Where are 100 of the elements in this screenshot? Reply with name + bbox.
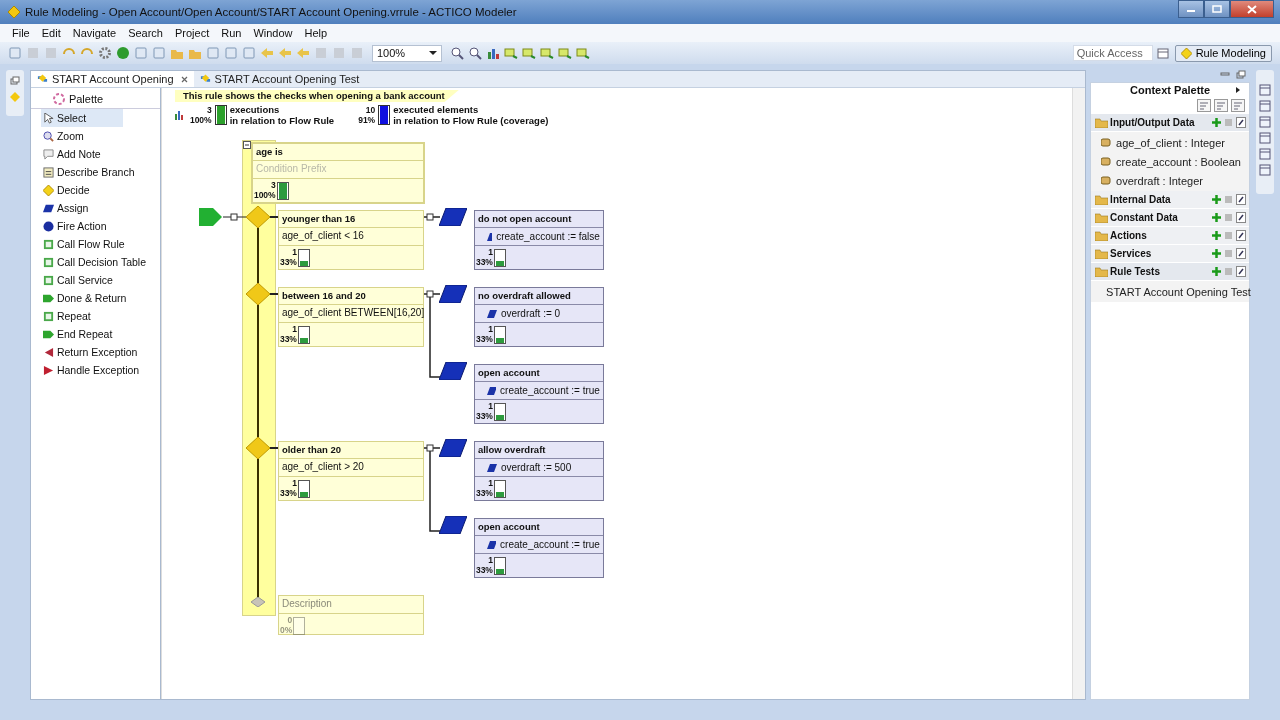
sort-icon[interactable] [1214,99,1229,112]
decision-diamond[interactable] [245,437,270,459]
restore-icon[interactable] [1236,70,1247,80]
menu-item[interactable]: Search [122,27,169,39]
palette-item[interactable]: Fire Action [40,217,123,235]
view-icon[interactable] [1259,84,1272,96]
sort-icon[interactable] [1197,99,1212,112]
node-icon[interactable] [522,46,536,60]
palette-item[interactable]: Add Note [40,145,123,163]
view-icon[interactable] [1259,116,1272,128]
menu-item[interactable]: File [6,27,36,39]
scrollbar[interactable] [1072,88,1086,699]
junction-icon[interactable] [426,444,434,452]
node-icon[interactable] [504,46,518,60]
add-icon[interactable] [1212,249,1222,258]
palette-entry[interactable]: START Account Opening Test [1091,282,1250,301]
palette-item[interactable]: Done & Return [40,289,130,307]
toolbar-icon[interactable] [224,46,238,60]
menu-item[interactable]: Window [247,27,299,39]
palette-entry[interactable]: age_of_client : Integer [1091,133,1250,152]
node-icon[interactable] [540,46,554,60]
run-icon[interactable] [116,46,130,60]
assign-shape[interactable] [438,362,467,380]
sort-icon[interactable] [1231,99,1246,112]
view-icon[interactable] [1259,100,1272,112]
palette-item[interactable]: End Repeat [40,325,123,343]
assign-shape[interactable] [438,285,467,303]
junction-icon[interactable] [426,290,434,298]
pin-icon[interactable] [1236,266,1247,277]
zoom-dropdown[interactable]: 100% [372,44,442,62]
palette-item[interactable]: Call Flow Rule [40,235,128,253]
palette-item[interactable]: Handle Exception [40,361,143,379]
minimize-icon[interactable] [1220,70,1231,78]
delete-icon[interactable] [1225,196,1233,203]
toolbar-icon[interactable] [134,46,148,60]
chart-icon[interactable] [486,46,500,60]
add-icon[interactable] [1212,118,1222,127]
pin-icon[interactable] [1236,194,1247,205]
zoom-in-icon[interactable] [450,46,464,60]
junction-icon[interactable] [230,213,238,221]
editor-tab[interactable]: START Account Opening Test [193,71,366,87]
palette-section[interactable]: Actions [1091,227,1250,245]
action-node[interactable]: open account create_account := true 1 33% [473,518,604,578]
delete-icon[interactable] [1225,214,1233,221]
action-node[interactable]: no overdraft allowed overdraft := 0 1 33% [473,287,604,347]
minimize-button[interactable] [1178,0,1204,18]
restore-icon[interactable] [9,76,20,86]
branch-node[interactable]: between 16 and 20 age_of_client BETWEEN[16,20] 1 33% [277,287,424,347]
perspective-button[interactable]: Rule Modeling [1174,44,1272,62]
palette-item[interactable]: Call Service [40,271,123,289]
junction-icon[interactable] [426,213,434,221]
delete-icon[interactable] [1225,232,1233,239]
maximize-button[interactable] [1204,0,1230,18]
add-icon[interactable] [1212,231,1222,240]
view-icon[interactable] [1259,132,1272,144]
description-node[interactable]: Description 0 0% [277,595,424,635]
decision-diamond[interactable] [245,206,270,228]
pin-icon[interactable] [1236,117,1247,128]
toolbar-icon[interactable] [242,46,256,60]
menu-item[interactable]: Run [215,27,248,39]
palette-item[interactable]: Repeat [40,307,123,325]
palette-section[interactable]: Internal Data [1091,191,1250,209]
palette-item[interactable]: Return Exception [40,343,141,361]
palette-section[interactable]: Rule Tests [1091,263,1250,281]
condition-node[interactable]: age is Condition Prefix 3 100% [250,142,425,204]
add-icon[interactable] [1212,195,1222,204]
assign-shape[interactable] [438,516,467,534]
palette-section[interactable]: Services [1091,245,1250,263]
palette-item[interactable]: Select [40,109,123,127]
palette-item[interactable]: Zoom [40,127,123,145]
menu-item[interactable]: Navigate [66,27,123,39]
palette-item[interactable]: Decide [40,181,123,199]
collapse-icon[interactable] [242,141,251,149]
action-node[interactable]: open account create_account := true 1 33% [473,364,604,424]
add-icon[interactable] [1212,213,1222,222]
description-field[interactable]: Description [278,596,423,614]
branch-node[interactable]: older than 20 age_of_client > 20 1 33% [277,441,424,501]
toolbar-icon[interactable] [152,46,166,60]
zoom-out-icon[interactable] [468,46,482,60]
palette-item[interactable]: Assign [40,199,123,217]
delete-icon[interactable] [1225,250,1233,257]
add-icon[interactable] [1212,267,1222,276]
palette-section[interactable]: Input/Output Data [1091,114,1250,132]
pin-icon[interactable] [1236,248,1247,259]
node-icon[interactable] [558,46,572,60]
quick-access-field[interactable]: Quick Access [1072,45,1153,61]
close-button[interactable] [1230,0,1274,18]
palette-entry[interactable]: overdraft : Integer [1091,171,1250,190]
assign-shape[interactable] [438,208,467,226]
palette-item[interactable]: Describe Branch [40,163,138,181]
action-node[interactable]: allow overdraft overdraft := 500 1 33% [473,441,604,501]
assign-shape[interactable] [438,439,467,457]
pin-icon[interactable] [1236,212,1247,223]
palette-section[interactable]: Constant Data [1091,209,1250,227]
editor-tab[interactable]: START Account Opening [30,71,194,87]
view-icon[interactable] [1259,164,1272,176]
open-perspective-icon[interactable] [1156,46,1171,60]
action-node[interactable]: do not open account create_account := false 1 33% [473,210,604,270]
gear-icon[interactable] [98,46,112,60]
decision-diamond[interactable] [245,283,270,305]
